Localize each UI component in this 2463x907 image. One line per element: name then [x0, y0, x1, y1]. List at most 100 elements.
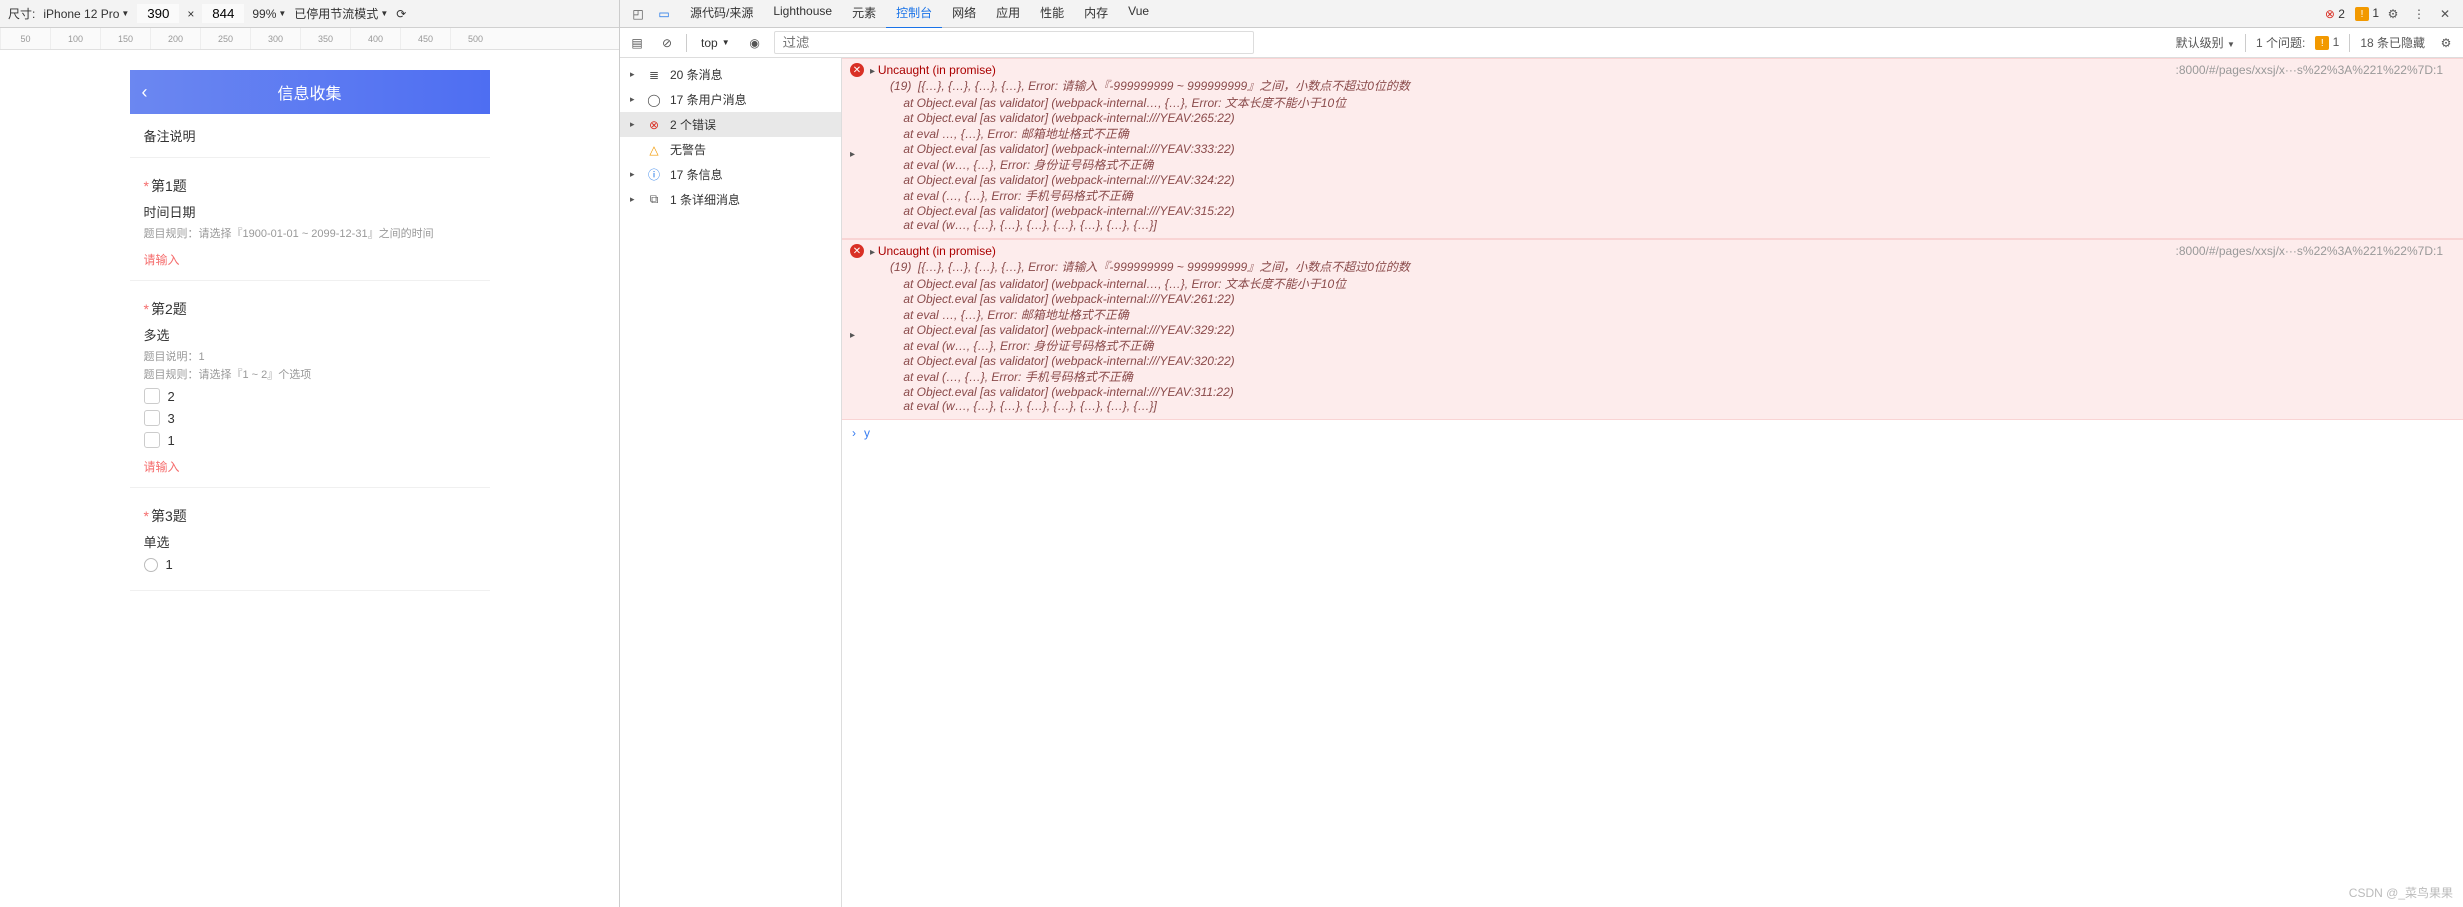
console-prompt[interactable]: ›y: [842, 420, 2463, 446]
devtools-tab[interactable]: Vue: [1118, 0, 1159, 29]
stack-line: at eval (w…, {…}, Error: 身份证号码格式不正确: [870, 156, 2443, 173]
sidebar-item[interactable]: △无警告: [620, 137, 841, 162]
stack-line: at Object.eval [as validator] (webpack-i…: [870, 173, 2443, 187]
devtools-tab[interactable]: 性能: [1030, 0, 1074, 29]
issues-label: 1 个问题:: [2256, 34, 2305, 51]
expand-icon: ▸: [630, 194, 638, 205]
devtools-tabs: ◰ ▭ 源代码/来源Lighthouse元素控制台网络应用性能内存Vue ⊗ 2…: [620, 0, 2463, 28]
settings-icon[interactable]: ⚙: [2381, 2, 2405, 26]
q3-sub: 单选: [144, 532, 476, 551]
expand-icon[interactable]: ▸: [850, 330, 855, 341]
device-toggle-icon[interactable]: ▭: [652, 2, 676, 26]
live-expression-icon[interactable]: ◉: [744, 32, 766, 54]
close-icon[interactable]: ✕: [2433, 2, 2457, 26]
stack-line: at Object.eval [as validator] (webpack-i…: [870, 94, 2443, 111]
stack-line: at eval (…, {…}, Error: 手机号码格式不正确: [870, 187, 2443, 204]
more-icon[interactable]: ⋮: [2407, 2, 2431, 26]
devtools-tab[interactable]: 控制台: [886, 0, 942, 29]
prompt-input[interactable]: y: [864, 426, 870, 440]
q3-num: 第3题: [151, 508, 187, 524]
warn-icon: △: [646, 142, 662, 158]
q1-num: 第1题: [151, 178, 187, 194]
sidebar-label: 2 个错误: [670, 116, 716, 133]
sidebar-item[interactable]: ▸⊗2 个错误: [620, 112, 841, 137]
sidebar-item[interactable]: ▸ⓘ17 条信息: [620, 162, 841, 187]
chevron-down-icon: ▼: [722, 38, 730, 47]
hidden-count[interactable]: 18 条已隐藏: [2360, 34, 2425, 51]
error-icon: ✕: [850, 244, 864, 258]
checkbox-icon[interactable]: [144, 410, 160, 426]
q3-option[interactable]: 1: [144, 557, 476, 572]
devtools-tab[interactable]: Lighthouse: [763, 0, 842, 29]
error-source[interactable]: :8000/#/pages/xxsj/x···s%22%3A%221%22%7D…: [2176, 63, 2443, 77]
expand-icon[interactable]: ▸: [850, 149, 855, 160]
radio-icon[interactable]: [144, 558, 158, 572]
sidebar-item[interactable]: ▸≣20 条消息: [620, 62, 841, 87]
checkbox-icon[interactable]: [144, 388, 160, 404]
height-input[interactable]: [202, 4, 244, 23]
stack-line: at Object.eval [as validator] (webpack-i…: [870, 292, 2443, 306]
inspect-icon[interactable]: ◰: [626, 2, 650, 26]
sidebar-item[interactable]: ▸⧉1 条详细消息: [620, 187, 841, 212]
stack-line: at eval …, {…}, Error: 邮箱地址格式不正确: [870, 125, 2443, 142]
console-error[interactable]: ✕ ▸ Uncaught (in promise) :8000/#/pages/xxs…: [842, 239, 2463, 420]
width-input[interactable]: [137, 4, 179, 23]
console-body: ▸≣20 条消息▸◯17 条用户消息▸⊗2 个错误△无警告▸ⓘ17 条信息▸⧉1…: [620, 58, 2463, 907]
device-dropdown[interactable]: iPhone 12 Pro ▼: [43, 7, 129, 21]
prompt-caret-icon: ›: [852, 426, 856, 440]
stack-line: at Object.eval [as validator] (webpack-i…: [870, 354, 2443, 368]
devtools-tab[interactable]: 应用: [986, 0, 1030, 29]
info-icon: ⓘ: [646, 167, 662, 183]
option-label: 1: [168, 433, 175, 448]
device-toolbar: 尺寸: iPhone 12 Pro ▼ × 99% ▼ 已停用节流模式 ▼ ⟳: [0, 0, 619, 28]
ruler-mark: 300: [250, 28, 300, 49]
option-label: 2: [168, 389, 175, 404]
ruler-mark: 450: [400, 28, 450, 49]
stack-line: at Object.eval [as validator] (webpack-i…: [870, 275, 2443, 292]
error-source[interactable]: :8000/#/pages/xxsj/x···s%22%3A%221%22%7D…: [2176, 244, 2443, 258]
clear-console-icon[interactable]: ⊘: [656, 32, 678, 54]
error-summary: Uncaught (in promise): [870, 63, 996, 77]
stack-line: at Object.eval [as validator] (webpack-i…: [870, 323, 2443, 337]
q1-rule: 题目规则：请选择『1900-01-01 ~ 2099-12-31』之间的时间: [144, 225, 476, 241]
devtools-tab[interactable]: 元素: [842, 0, 886, 29]
q2-option[interactable]: 3: [144, 410, 476, 426]
error-summary: Uncaught (in promise): [870, 244, 996, 258]
question-2: *第2题 多选 题目说明：1 题目规则：请选择『1 ~ 2』个选项 2 3 1 …: [130, 281, 490, 488]
device-name: iPhone 12 Pro: [43, 7, 119, 21]
zoom-dropdown[interactable]: 99% ▼: [252, 7, 286, 21]
chevron-down-icon: ▼: [380, 9, 388, 18]
error-badge[interactable]: ⊗ 2: [2325, 7, 2345, 21]
sidebar-item[interactable]: ▸◯17 条用户消息: [620, 87, 841, 112]
context-dropdown[interactable]: top ▼: [695, 34, 736, 52]
app-header: ‹ 信息收集: [130, 70, 490, 114]
throttle-dropdown[interactable]: 已停用节流模式 ▼: [294, 5, 388, 22]
context-label: top: [701, 36, 718, 50]
filter-input[interactable]: [774, 31, 1254, 54]
q2-title: *第2题: [144, 299, 476, 319]
level-dropdown[interactable]: 默认级别 ▼: [2176, 34, 2235, 51]
warning-badge[interactable]: ! 1: [2355, 6, 2379, 22]
q2-option[interactable]: 2: [144, 388, 476, 404]
q1-title: *第1题: [144, 176, 476, 196]
q2-option[interactable]: 1: [144, 432, 476, 448]
sidebar-toggle-icon[interactable]: ▤: [626, 32, 648, 54]
console-error[interactable]: ✕ ▸ Uncaught (in promise) :8000/#/pages/xxs…: [842, 58, 2463, 239]
rotate-icon[interactable]: ⟳: [396, 7, 406, 21]
devtools-tab[interactable]: 内存: [1074, 0, 1118, 29]
error-icon: ✕: [850, 63, 864, 77]
ruler-mark: 250: [200, 28, 250, 49]
stack-line: at Object.eval [as validator] (webpack-i…: [870, 111, 2443, 125]
console-settings-icon[interactable]: ⚙: [2435, 32, 2457, 54]
checkbox-icon[interactable]: [144, 432, 160, 448]
throttle-value: 已停用节流模式: [294, 5, 378, 22]
devtools-tab[interactable]: 源代码/来源: [680, 0, 763, 29]
sidebar-label: 1 条详细消息: [670, 191, 740, 208]
stack-line: at eval (w…, {…}, {…}, {…}, {…}, {…}, {……: [870, 218, 2443, 232]
expand-icon: ▸: [630, 69, 638, 80]
stack-line: (19) [{…}, {…}, {…}, {…}, Error: 请输入『-99…: [870, 258, 2443, 275]
stack-line: at Object.eval [as validator] (webpack-i…: [870, 204, 2443, 218]
q2-rule: 题目规则：请选择『1 ~ 2』个选项: [144, 366, 476, 382]
issues-badge[interactable]: ! 1: [2315, 35, 2339, 51]
devtools-tab[interactable]: 网络: [942, 0, 986, 29]
